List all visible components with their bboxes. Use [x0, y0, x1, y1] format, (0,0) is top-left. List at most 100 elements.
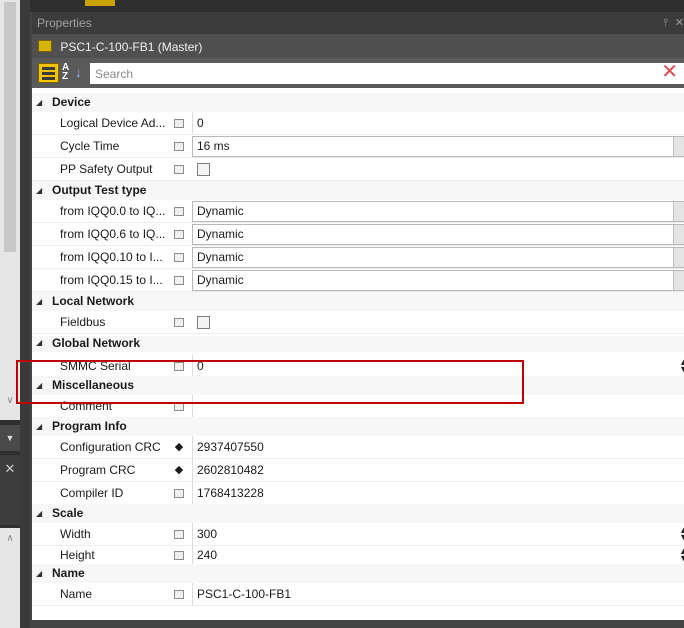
collapse-triangle-icon[interactable]: ◢ [36, 93, 42, 112]
property-row-logical-device-address[interactable]: Logical Device Ad... 0 [32, 112, 684, 135]
dropdown-arrow-icon[interactable] [673, 248, 684, 267]
top-strip [30, 0, 684, 12]
output-test-dropdown[interactable]: Dynamic [192, 224, 684, 245]
collapse-triangle-icon[interactable]: ◢ [36, 292, 42, 311]
property-name: Logical Device Ad... [60, 116, 166, 130]
dropdown-triangle-icon[interactable]: ▼ [0, 425, 20, 451]
close-panel-icon[interactable]: ✕ [675, 12, 684, 34]
property-value: 2602810482 [192, 459, 684, 482]
alphabetical-sort-button[interactable]: A Z ↓ [62, 63, 84, 83]
category-output-test-type[interactable]: ◢ Output Test type [32, 181, 684, 200]
collapse-triangle-icon[interactable]: ◢ [36, 181, 42, 200]
output-test-dropdown[interactable]: Dynamic [192, 201, 684, 222]
dropdown-arrow-icon[interactable] [673, 225, 684, 244]
search-input[interactable] [90, 63, 630, 84]
property-binding-icon [174, 590, 184, 599]
property-name: from IQQ0.10 to I... [60, 250, 163, 264]
property-row-program-crc[interactable]: Program CRC ◆ 2602810482 [32, 459, 684, 482]
fieldbus-module-icon [38, 39, 52, 52]
property-value-text: 240 [197, 548, 218, 562]
spinner-arrows-icon[interactable]: ▲ ▼ [679, 547, 684, 563]
property-row-iqq0-6[interactable]: from IQQ0.6 to IQ... Dynamic [32, 223, 684, 246]
clear-search-icon[interactable]: ✕ [661, 61, 678, 83]
left-scrollbar[interactable]: ∨ [0, 0, 20, 420]
property-row-configuration-crc[interactable]: Configuration CRC ◆ 2937407550 [32, 436, 684, 459]
property-value-text: 2937407550 [197, 440, 264, 454]
properties-toolbar: A Z ↓ ✕ [32, 58, 684, 88]
read-only-diamond-icon: ◆ [174, 464, 184, 476]
output-test-dropdown[interactable]: Dynamic [192, 270, 684, 291]
collapse-triangle-icon[interactable]: ◢ [36, 564, 42, 583]
left-scrollbar-thumb[interactable] [4, 2, 16, 252]
property-binding-icon [174, 489, 184, 498]
dropdown-value: Dynamic [197, 204, 244, 218]
property-name: Compiler ID [60, 486, 124, 500]
pp-safety-output-checkbox[interactable] [197, 163, 210, 176]
dropdown-value: Dynamic [197, 227, 244, 241]
property-name: from IQQ0.6 to IQ... [60, 227, 166, 241]
bottom-strip [30, 620, 684, 628]
pin-icon[interactable]: ⫯ [663, 12, 668, 34]
category-name[interactable]: ◢ Name [32, 564, 684, 583]
property-name: Width [60, 527, 91, 541]
property-binding-icon [174, 530, 184, 539]
property-name: from IQQ0.15 to I... [60, 273, 163, 287]
property-row-pp-safety-output[interactable]: PP Safety Output [32, 158, 684, 181]
category-label: Name [52, 566, 85, 580]
category-program-info[interactable]: ◢ Program Info [32, 417, 684, 436]
property-value-text: 300 [197, 527, 218, 541]
property-value-text: 1768413228 [197, 486, 264, 500]
dropdown-arrow-icon[interactable] [673, 137, 684, 156]
property-row-iqq0-10[interactable]: from IQQ0.10 to I... Dynamic [32, 246, 684, 269]
property-name: PP Safety Output [60, 162, 153, 176]
panel-title: Properties [37, 16, 92, 30]
dropdown-arrow-icon[interactable] [673, 271, 684, 290]
property-row-compiler-id[interactable]: Compiler ID 1768413228 [32, 482, 684, 505]
category-scale[interactable]: ◢ Scale [32, 504, 684, 523]
property-name: Fieldbus [60, 315, 106, 329]
collapse-triangle-icon[interactable]: ◢ [36, 336, 42, 350]
collapse-triangle-icon[interactable]: ◢ [36, 417, 42, 436]
close-icon[interactable]: ✕ [0, 455, 20, 525]
property-value[interactable]: 1768413228 [192, 482, 684, 505]
property-binding-icon [174, 276, 184, 285]
category-label: Scale [52, 506, 84, 520]
property-value[interactable]: PSC1-C-100-FB1 [192, 583, 684, 606]
property-row-fieldbus[interactable]: Fieldbus [32, 311, 684, 334]
spinner-arrows-icon[interactable]: ▲ ▼ [679, 358, 684, 374]
spinner-arrows-icon[interactable]: ▲ ▼ [679, 526, 684, 542]
splitter[interactable] [20, 0, 30, 628]
collapse-triangle-icon[interactable]: ◢ [36, 504, 42, 523]
output-test-dropdown[interactable]: Dynamic [192, 247, 684, 268]
property-value: 2937407550 [192, 436, 684, 459]
categorized-view-button[interactable] [38, 63, 59, 83]
chevron-up-icon[interactable]: ∧ [0, 530, 20, 548]
category-global-network[interactable]: ◢ Global Network [32, 336, 684, 352]
property-row-iqq0-15[interactable]: from IQQ0.15 to I... Dynamic [32, 269, 684, 292]
property-row-width[interactable]: Width 300 ▲ ▼ [32, 523, 684, 546]
lower-left-scrollbar[interactable]: ∧ [0, 528, 20, 628]
dropdown-value: 16 ms [197, 139, 230, 153]
property-value-text: 2602810482 [197, 463, 264, 477]
property-row-iqq0-0[interactable]: from IQQ0.0 to IQ... Dynamic [32, 200, 684, 223]
property-binding-icon [174, 207, 184, 216]
search-box: ✕ [90, 61, 684, 84]
category-device[interactable]: ◢ Device [32, 93, 684, 112]
top-tab-icon [85, 0, 115, 6]
property-value[interactable]: 0 [192, 112, 684, 135]
property-name: Cycle Time [60, 139, 120, 153]
property-row-name[interactable]: Name PSC1-C-100-FB1 [32, 583, 684, 606]
highlight-rectangle [16, 360, 524, 404]
category-local-network[interactable]: ◢ Local Network [32, 292, 684, 311]
property-row-cycle-time[interactable]: Cycle Time 16 ms [32, 135, 684, 158]
cycle-time-dropdown[interactable]: 16 ms [192, 136, 684, 157]
property-name: Configuration CRC [60, 440, 161, 454]
fieldbus-checkbox[interactable] [197, 316, 210, 329]
property-name: Program CRC [60, 463, 136, 477]
property-binding-icon [174, 230, 184, 239]
property-name: from IQQ0.0 to IQ... [60, 204, 166, 218]
property-name: Name [60, 587, 93, 601]
property-value-text: PSC1-C-100-FB1 [197, 587, 292, 601]
property-value[interactable]: 300 ▲ ▼ [192, 523, 684, 546]
dropdown-arrow-icon[interactable] [673, 202, 684, 221]
